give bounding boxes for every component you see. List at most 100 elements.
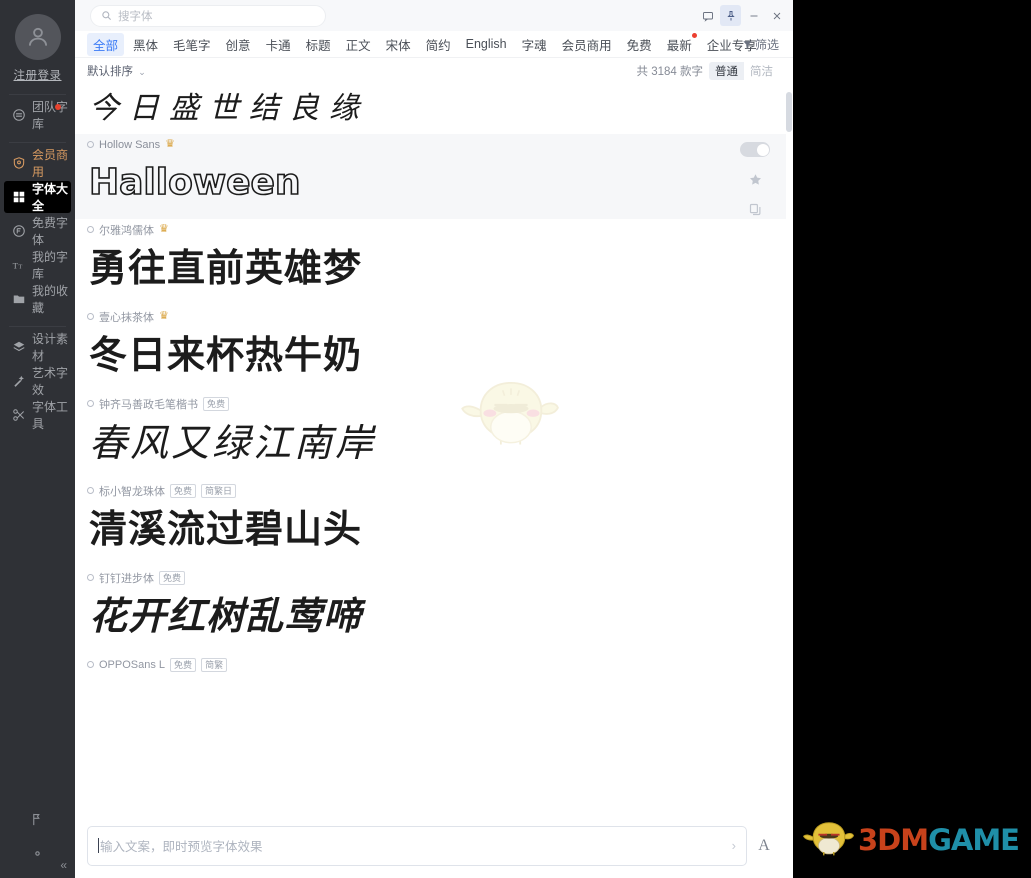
close-button[interactable] <box>766 5 787 26</box>
scrollbar-thumb[interactable] <box>786 92 792 132</box>
tab-10[interactable]: English <box>460 35 513 53</box>
sidebar-item-label: 艺术字效 <box>32 366 69 397</box>
list-scrollbar[interactable] <box>786 84 792 813</box>
tab-label: 字魂 <box>521 38 547 53</box>
tab-6[interactable]: 标题 <box>300 33 337 56</box>
sidebar-item-2[interactable]: 会员商用 <box>4 147 71 179</box>
font-row[interactable]: 标小智龙珠体 免费 简繁日 清溪流过碧山头 <box>75 480 786 567</box>
font-row-header: 尔雅鸿儒体 ♛ <box>87 219 786 238</box>
folder-star-icon <box>11 291 27 307</box>
message-button[interactable] <box>697 5 718 26</box>
select-radio[interactable] <box>87 574 94 581</box>
tab-7[interactable]: 正文 <box>340 33 377 56</box>
star-icon[interactable] <box>748 172 763 187</box>
font-row[interactable]: 钟齐马善政毛笔楷书 免费 春风又绿江南岸 <box>75 393 786 480</box>
sidebar-item-1[interactable]: 团队字库 <box>4 99 71 131</box>
font-row[interactable]: 尔雅鸿儒体 ♛ 勇往直前英雄梦 <box>75 219 786 306</box>
tab-9[interactable]: 简约 <box>420 33 457 56</box>
feedback-button[interactable] <box>0 802 75 836</box>
font-row[interactable]: 钉钉进步体 免费 花开红树乱莺啼 <box>75 567 786 654</box>
view-mode-2[interactable]: 简洁 <box>744 62 779 80</box>
chevron-down-icon: ⌄ <box>138 67 146 77</box>
font-tag: 免费 <box>170 483 197 498</box>
select-radio[interactable] <box>87 487 94 494</box>
login-label[interactable]: 注册登录 <box>0 67 75 83</box>
font-row-actions <box>740 142 770 217</box>
font-list: 今日盛世结良缘 Hollow Sans ♛ Halloween 尔雅鸿儒体 ♛ 勇往直前英雄… <box>75 84 786 813</box>
sidebar-item-9[interactable]: 字体工具 <box>4 399 71 431</box>
font-row[interactable]: OPPOSans L 免费 简繁 <box>75 654 786 703</box>
sort-label: 默认排序 <box>87 66 133 78</box>
tab-11[interactable]: 字魂 <box>516 33 553 56</box>
search-input[interactable]: 搜字体 <box>90 4 326 27</box>
preview-text-input[interactable]: 输入文案，即时预览字体效果 › <box>87 825 747 866</box>
account-block[interactable]: 注册登录 <box>0 0 75 83</box>
font-preview-text <box>87 673 786 703</box>
select-radio[interactable] <box>87 400 94 407</box>
tab-label: English <box>465 37 507 51</box>
font-name: 尔雅鸿儒体 <box>99 224 154 237</box>
select-radio[interactable] <box>87 226 94 233</box>
tab-13[interactable]: 免费 <box>621 33 658 56</box>
sidebar-item-label: 设计素材 <box>32 332 69 363</box>
tab-3[interactable]: 毛笔字 <box>167 33 217 56</box>
main-area: 搜字体 全部 黑体 毛笔字 创意 卡通 标题 正文 宋体 简约 English … <box>75 0 793 878</box>
select-radio[interactable] <box>87 313 94 320</box>
chick-mascot-icon <box>802 822 854 856</box>
sidebar-item-3[interactable]: 字体大全 <box>4 181 71 213</box>
font-name: Hollow Sans <box>99 138 161 151</box>
avatar[interactable] <box>14 14 61 60</box>
tools-icon <box>11 407 27 423</box>
tab-4[interactable]: 创意 <box>220 33 257 56</box>
tab-14[interactable]: 最新 <box>661 32 698 56</box>
font-row[interactable]: Hollow Sans ♛ Halloween <box>75 134 786 219</box>
sidebar-item-label: 免费字体 <box>32 216 69 247</box>
sidebar-item-5[interactable]: T T 我的字库 <box>4 249 71 281</box>
pin-button[interactable] <box>720 5 741 26</box>
sidebar-item-4[interactable]: 免费字体 <box>4 215 71 247</box>
tab-2[interactable]: 黑体 <box>127 33 164 56</box>
font-size-button[interactable]: A <box>747 837 781 855</box>
tab-1[interactable]: 全部 <box>87 32 125 56</box>
font-row-header: 钉钉进步体 免费 <box>87 567 786 586</box>
sidebar-divider-7 <box>9 326 66 327</box>
sort-dropdown[interactable]: 默认排序 ⌄ <box>87 63 146 79</box>
filter-button[interactable]: 筛选 <box>742 36 779 53</box>
tab-label: 标题 <box>305 38 331 53</box>
sidebar-item-label: 字体工具 <box>32 400 69 431</box>
copy-icon[interactable] <box>748 202 763 217</box>
sidebar-item-6[interactable]: 我的收藏 <box>4 283 71 315</box>
minimize-button[interactable] <box>743 5 764 26</box>
view-mode-switch: 普通 简洁 <box>709 62 779 80</box>
tab-12[interactable]: 会员商用 <box>556 33 618 56</box>
tab-label: 简约 <box>425 38 451 53</box>
watermark-game: GAME <box>928 823 1020 857</box>
preview-toggle[interactable] <box>740 142 770 157</box>
text-caret <box>98 838 99 853</box>
select-radio[interactable] <box>87 661 94 668</box>
sidebar-item-7[interactable]: 设计素材 <box>4 331 71 363</box>
tab-5[interactable]: 卡通 <box>260 33 297 56</box>
font-row[interactable]: 今日盛世结良缘 <box>75 84 786 134</box>
chevron-right-icon[interactable]: › <box>724 838 736 853</box>
svg-text:T: T <box>18 264 22 271</box>
sidebar-item-8[interactable]: 艺术字效 <box>4 365 71 397</box>
font-tag: 免费 <box>159 570 186 585</box>
font-name: 壹心抹茶体 <box>99 311 154 324</box>
typography-icon: TT <box>11 257 27 273</box>
category-tabbar: 全部 黑体 毛笔字 创意 卡通 标题 正文 宋体 简约 English 字魂 会员商用 免费 最新 企业专享… <box>75 31 793 58</box>
tab-label: 免费 <box>626 38 652 53</box>
font-row[interactable]: 壹心抹茶体 ♛ 冬日来杯热牛奶 <box>75 306 786 393</box>
select-radio[interactable] <box>87 141 94 148</box>
watermark-3dm: 3DM <box>857 823 929 857</box>
tab-8[interactable]: 宋体 <box>380 33 417 56</box>
sortbar: 默认排序 ⌄ 共 3184 款字 普通 简洁 <box>75 58 793 84</box>
font-preview-text: 冬日来杯热牛奶 <box>89 335 363 377</box>
watermark: 3DM GAME <box>800 816 1020 864</box>
message-icon <box>702 11 713 22</box>
view-mode-1[interactable]: 普通 <box>709 62 744 80</box>
collapse-sidebar-button[interactable]: « <box>60 858 67 872</box>
team-library-icon <box>11 107 27 123</box>
font-row-header: 钟齐马善政毛笔楷书 免费 <box>87 393 786 412</box>
vip-crown-icon: ♛ <box>165 138 176 150</box>
